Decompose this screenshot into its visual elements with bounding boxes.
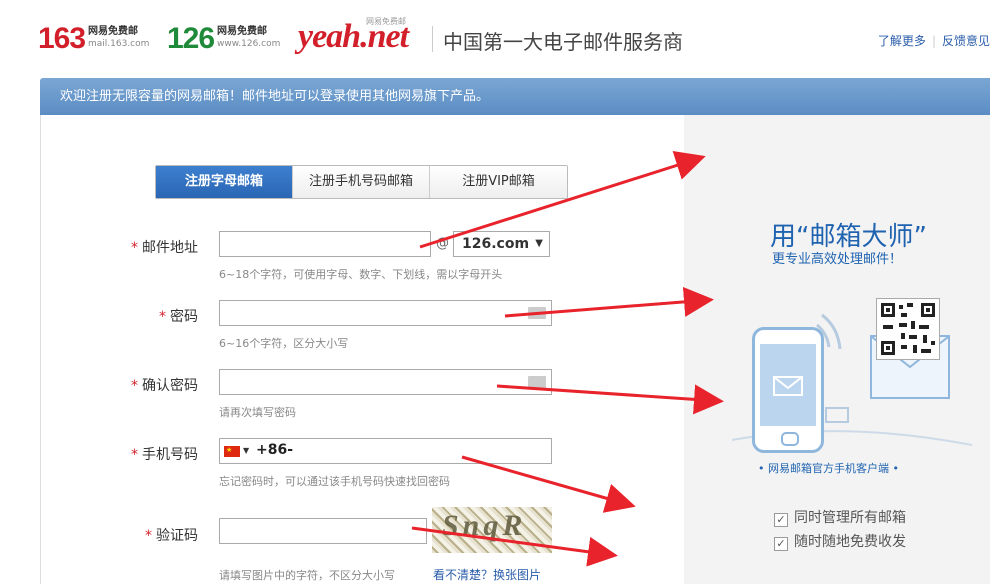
annotation-arrows (411, 150, 724, 567)
arrow-password (504, 286, 714, 318)
arrow-captcha (411, 526, 618, 567)
arrow-email (419, 150, 706, 249)
arrow-confirm (496, 384, 724, 415)
arrow-phone (461, 455, 636, 513)
